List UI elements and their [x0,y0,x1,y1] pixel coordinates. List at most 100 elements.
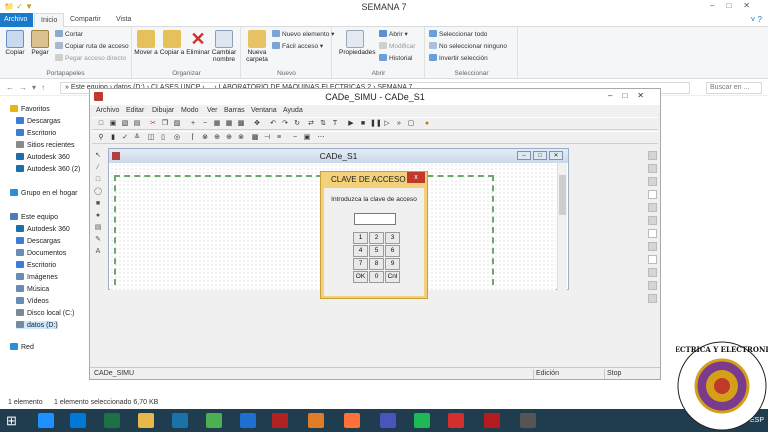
paste-icon[interactable]: ▨ [172,119,182,129]
nav-item[interactable]: Descargas [16,237,60,245]
palette-slot-icon[interactable] [647,164,657,173]
component-lamp-icon[interactable]: ⊗ [236,133,246,143]
play-icon[interactable]: ▶ [346,119,356,129]
palette-slot-icon[interactable] [647,203,657,212]
tab-compartir[interactable]: Compartir [64,13,107,27]
key-cancel[interactable]: Cnl [385,271,400,283]
ellipse-icon[interactable]: ◯ [93,187,103,197]
filled-rect-icon[interactable]: ■ [93,199,103,209]
palette-slot-icon[interactable] [647,242,657,251]
palette-slot-icon[interactable] [647,190,657,199]
step-icon[interactable]: ▷ [382,119,392,129]
key-7[interactable]: 7 [353,258,368,270]
text-icon[interactable]: T [330,119,340,129]
component-pilot-icon[interactable]: ⊗ [200,133,210,143]
nav-item[interactable]: Vídeos [16,297,49,305]
tab-vista[interactable]: Vista [110,13,137,27]
line-icon[interactable]: ∕ [93,163,103,173]
save-icon[interactable]: ▧ [120,119,130,129]
menu-ventana[interactable]: Ventana [251,107,277,114]
help-icon[interactable]: ˅ ? [751,15,762,24]
ie-icon[interactable] [38,413,54,428]
pdf-icon[interactable] [448,413,464,428]
chrome-icon[interactable] [206,413,222,428]
component-motor-icon[interactable]: ◎ [172,133,182,143]
component-fuse-icon[interactable]: ▮ [108,133,118,143]
autocad-icon[interactable] [484,413,500,428]
nav-item[interactable]: Escritorio [16,261,56,269]
dialog-close-button[interactable]: x [407,172,425,183]
window-controls[interactable]: –□✕ [710,1,762,10]
key-6[interactable]: 6 [385,245,400,257]
nav-item[interactable]: Autodesk 360 (2) [16,165,80,173]
palette-slot-icon[interactable] [647,294,657,303]
copy-to-button[interactable]: Copiar a [159,30,185,56]
vertical-scrollbar[interactable] [557,163,567,290]
folder-icon[interactable] [138,413,154,428]
palette-slot-icon[interactable] [647,268,657,277]
menu-ver[interactable]: Ver [207,107,218,114]
minimize-icon[interactable]: – [517,151,531,160]
teams-icon[interactable] [380,413,396,428]
component-cable-icon[interactable]: ≡ [274,133,284,143]
tab-archivo[interactable]: Archivo [0,13,33,27]
zoom-window-icon[interactable]: ▩ [236,119,246,129]
new-file-icon[interactable]: □ [96,119,106,129]
fill-icon[interactable]: ▤ [93,223,103,233]
nav-item[interactable]: Escritorio [16,129,56,137]
nav-item[interactable]: Música [16,285,49,293]
light-icon[interactable]: ● [422,119,432,129]
key-9[interactable]: 9 [385,258,400,270]
nav-item[interactable]: Este equipo [10,213,58,221]
firefox-icon[interactable] [344,413,360,428]
nav-item[interactable]: Autodesk 360 [16,225,70,233]
spotify-icon[interactable] [414,413,430,428]
delete-button[interactable]: ✕ Eliminar [185,30,211,56]
zoom-in-icon[interactable]: + [188,119,198,129]
palette-slot-icon[interactable] [647,229,657,238]
windows-icon[interactable] [240,413,256,428]
nav-item[interactable]: Disco local (C:) [16,309,74,317]
document-window-controls[interactable]: – □ ✕ [515,151,563,160]
password-input[interactable] [354,213,396,225]
print-icon[interactable]: ▤ [132,119,142,129]
menu-modo[interactable]: Modo [181,107,199,114]
edge-icon[interactable] [70,413,86,428]
edit-button[interactable]: Modificar [379,42,415,50]
copy-path-button[interactable]: Copiar ruta de acceso [55,42,129,50]
nav-item[interactable]: Sitios recientes [16,141,74,149]
scroll-thumb[interactable] [559,175,566,215]
start-icon[interactable]: ⊞ [6,413,22,428]
cut-icon[interactable]: ✂ [148,119,158,129]
close-icon[interactable]: ✕ [549,151,563,160]
key-4[interactable]: 4 [353,245,368,257]
key-ok[interactable]: OK [353,271,368,283]
easy-access-button[interactable]: Fácil acceso ▾ [272,42,323,50]
search-input[interactable]: Buscar en ... [706,82,762,94]
mirror-icon[interactable]: ⇄ [306,119,316,129]
open-file-icon[interactable]: ▣ [108,119,118,129]
menu-editar[interactable]: Editar [126,107,144,114]
component-terminal-icon[interactable]: − [290,133,300,143]
menu-archivo[interactable]: Archivo [96,107,119,114]
new-item-button[interactable]: Nuevo elemento ▾ [272,30,334,38]
nav-item[interactable]: Red [10,343,34,351]
properties-button[interactable]: Propiedades [339,30,376,56]
pause-icon[interactable]: ❚❚ [370,119,382,129]
palette-slot-icon[interactable] [647,216,657,225]
align-icon[interactable]: ⇅ [318,119,328,129]
palette-slot-icon[interactable] [647,255,657,264]
text-tool-icon[interactable]: A [93,247,103,257]
palette-slot-icon[interactable] [647,177,657,186]
component-contactor-icon[interactable]: ◫ [146,133,156,143]
fast-icon[interactable]: » [394,119,404,129]
component-connector-icon[interactable]: ▣ [302,133,312,143]
tab-inicio[interactable]: Inicio [34,13,65,27]
nav-item[interactable]: Documentos [16,249,66,257]
copy-icon[interactable]: ❐ [160,119,170,129]
nav-arrows-icon[interactable]: ←→▾↑ [6,83,50,92]
undo-icon[interactable]: ↶ [268,119,278,129]
component-breaker-icon[interactable]: ≙ [132,133,142,143]
menu-ayuda[interactable]: Ayuda [283,107,303,114]
component-coil-icon[interactable]: ▩ [250,133,260,143]
